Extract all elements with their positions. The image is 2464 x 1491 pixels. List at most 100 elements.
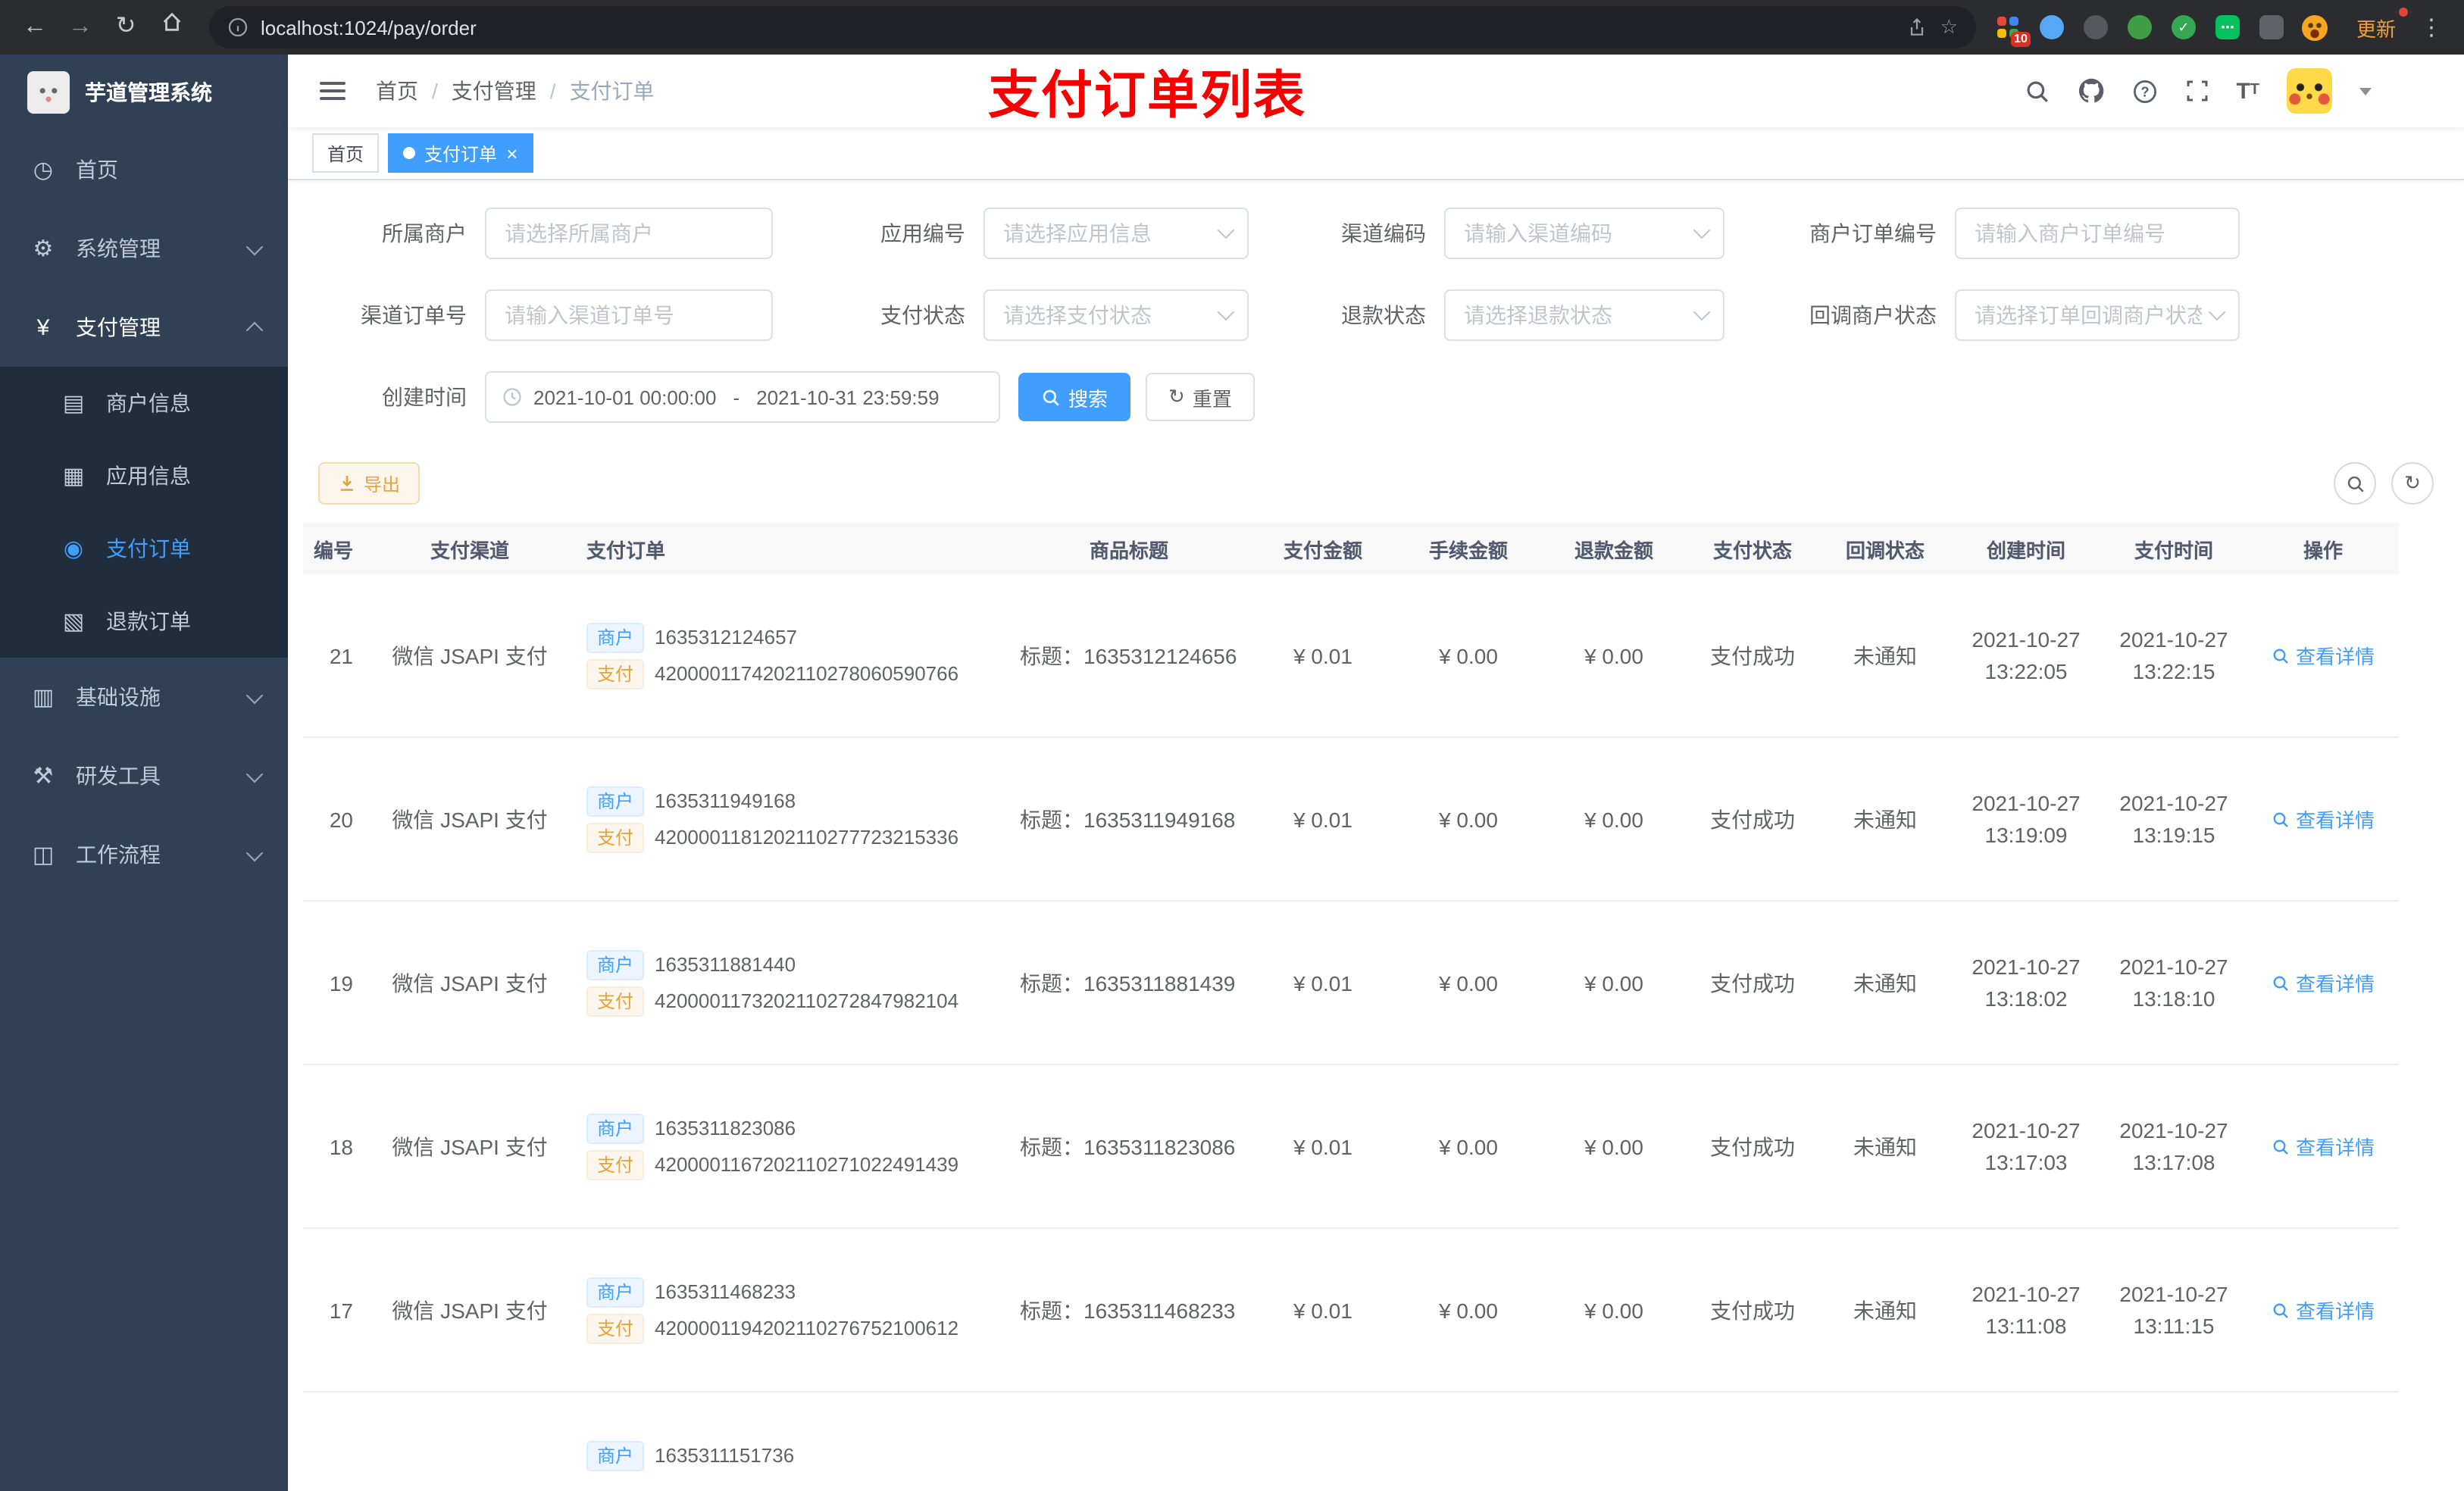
notify-status: 未通知 xyxy=(1853,1298,1917,1322)
extension-pin-icon[interactable] xyxy=(2258,14,2285,41)
browser-forward-icon[interactable]: → xyxy=(61,8,100,47)
github-icon[interactable] xyxy=(2077,77,2104,105)
tab-close-icon[interactable]: × xyxy=(506,143,518,163)
refund-amount: ¥ 0.00 xyxy=(1584,1134,1643,1158)
extension-emoji-icon[interactable] xyxy=(2302,14,2329,41)
navbar-actions: ? TT xyxy=(2024,68,2372,114)
app-select[interactable]: 请选择应用信息 xyxy=(983,208,1249,259)
fullscreen-icon[interactable] xyxy=(2184,79,2209,103)
address-bar[interactable]: localhost:1024/pay/order ☆ xyxy=(209,6,1976,48)
merchant-order-input[interactable] xyxy=(1955,208,2240,259)
sidebar-item-pay-order[interactable]: ◉ 支付订单 xyxy=(0,512,288,585)
hide-search-button[interactable] xyxy=(2334,462,2376,505)
extension-grid-icon[interactable]: 10 xyxy=(1994,14,2031,47)
notify-status: 未通知 xyxy=(1853,1134,1917,1158)
sidebar-item-payment[interactable]: ¥ 支付管理 xyxy=(0,288,288,367)
pay-order-cell: 商户 1635311151736 xyxy=(568,1434,1008,1491)
search-icon xyxy=(2347,475,2363,492)
extension-green-icon[interactable] xyxy=(2126,14,2153,41)
sidebar-logo[interactable]: 芋道管理系统 xyxy=(0,55,288,130)
sidebar-item-workflow[interactable]: ◫ 工作流程 xyxy=(0,815,288,894)
notify-status: 未通知 xyxy=(1853,807,1917,831)
view-detail-link[interactable]: 查看详情 xyxy=(2272,968,2375,997)
reset-button[interactable]: ↻ 重置 xyxy=(1146,373,1255,421)
chevron-down-icon xyxy=(1693,221,1711,239)
date-end: 2021-10-31 23:59:59 xyxy=(756,386,940,408)
sidebar-item-dev-tools[interactable]: ⚒ 研发工具 xyxy=(0,736,288,815)
pay-amount: ¥ 0.01 xyxy=(1293,643,1352,667)
search-icon xyxy=(2273,975,2288,990)
avatar-caret-icon[interactable] xyxy=(2359,87,2372,95)
pay-order-cell: 商户 1635312124657 支付 42000011742021102780… xyxy=(568,616,1008,695)
refund-status-select[interactable]: 请选择退款状态 xyxy=(1444,289,1724,341)
pay-status: 支付成功 xyxy=(1710,807,1795,831)
sidebar-item-refund-order[interactable]: ▧ 退款订单 xyxy=(0,585,288,658)
view-detail-link[interactable]: 查看详情 xyxy=(2272,641,2375,670)
view-detail-link[interactable]: 查看详情 xyxy=(2272,1132,2375,1161)
merchant-order-no: 1635311468233 xyxy=(655,1280,796,1303)
bookmark-star-icon[interactable]: ☆ xyxy=(1940,15,1958,39)
refresh-table-button[interactable]: ↻ xyxy=(2391,462,2434,505)
chevron-down-icon xyxy=(245,686,264,704)
search-icon xyxy=(2273,1139,2288,1154)
search-icon xyxy=(2273,811,2288,827)
date-start: 2021-10-01 00:00:00 xyxy=(533,386,717,408)
order-id: 17 xyxy=(329,1298,353,1322)
callback-status-select[interactable]: 请选择订单回调商户状态 xyxy=(1955,289,2240,341)
fee-amount: ¥ 0.00 xyxy=(1439,971,1498,995)
browser-update-button[interactable]: 更新 xyxy=(2344,7,2408,46)
merchant-tag: 商户 xyxy=(586,1113,645,1143)
breadcrumb-home[interactable]: 首页 xyxy=(376,76,418,106)
view-detail-link[interactable]: 查看详情 xyxy=(2272,805,2375,833)
tab-home[interactable]: 首页 xyxy=(312,133,380,173)
merchant-card-icon: ▤ xyxy=(62,391,85,417)
help-icon[interactable]: ? xyxy=(2131,78,2157,104)
merchant-order-no: 1635311151736 xyxy=(655,1444,795,1467)
breadcrumb-payment[interactable]: 支付管理 xyxy=(452,76,536,106)
merchant-order-no: 1635311881440 xyxy=(655,953,796,976)
chevron-down-icon xyxy=(1217,221,1235,239)
callback-status-label: 回调商户状态 xyxy=(1809,303,1937,327)
search-button[interactable]: 搜索 xyxy=(1018,373,1131,421)
sidebar-item-infra[interactable]: ▥ 基础设施 xyxy=(0,658,288,736)
sidebar-toggle-icon[interactable] xyxy=(311,73,355,109)
pay-order-cell: 商户 1635311468233 支付 42000011942021102767… xyxy=(568,1271,1008,1349)
extension-dark-icon[interactable] xyxy=(2082,14,2109,41)
refund-amount: ¥ 0.00 xyxy=(1584,643,1643,667)
refund-amount: ¥ 0.00 xyxy=(1584,1298,1643,1322)
merchant-order-no: 1635311823086 xyxy=(655,1117,796,1139)
sidebar-item-merchant-info[interactable]: ▤ 商户信息 xyxy=(0,367,288,439)
browser-reload-icon[interactable]: ↻ xyxy=(106,8,145,47)
browser-menu-icon[interactable]: ⋮ xyxy=(2414,14,2449,41)
view-detail-link[interactable]: 查看详情 xyxy=(2272,1296,2375,1324)
merchant-input[interactable] xyxy=(485,208,773,259)
sidebar-item-app-info[interactable]: ▦ 应用信息 xyxy=(0,439,288,512)
share-icon[interactable] xyxy=(1907,17,1928,38)
sidebar-item-system[interactable]: ⚙ 系统管理 xyxy=(0,209,288,288)
extension-drop-icon[interactable] xyxy=(2038,14,2065,41)
site-info-icon[interactable] xyxy=(227,17,249,38)
channel-order-input[interactable] xyxy=(485,289,773,341)
browser-home-icon[interactable] xyxy=(152,8,191,47)
pay-status-select[interactable]: 请选择支付状态 xyxy=(983,289,1249,341)
search-icon[interactable] xyxy=(2024,78,2050,104)
page-title-annotation: 支付订单列表 xyxy=(988,67,1306,125)
merchant-order-no: 1635311949168 xyxy=(655,789,796,812)
table-row: 18 微信 JSAPI 支付 商户 1635311823086 支付 42000… xyxy=(303,1065,2399,1229)
create-time-label: 创建时间 xyxy=(382,385,467,409)
tab-pay-order[interactable]: 支付订单 × xyxy=(388,133,533,173)
extension-check-icon[interactable]: ✓ xyxy=(2170,14,2197,41)
pay-tag: 支付 xyxy=(586,822,645,852)
channel-code-select[interactable]: 请输入渠道编码 xyxy=(1444,208,1724,259)
logo-image xyxy=(27,71,70,114)
sidebar-item-home[interactable]: ◷ 首页 xyxy=(0,130,288,209)
font-size-icon[interactable]: TT xyxy=(2236,80,2259,102)
product-title: 标题：1635311949168 xyxy=(1020,807,1236,831)
user-avatar[interactable] xyxy=(2287,68,2332,114)
export-button[interactable]: 导出 xyxy=(318,462,421,505)
merchant-tag: 商户 xyxy=(586,1277,645,1307)
pay-time: 2021-10-27 13:22:15 xyxy=(2119,627,2228,683)
browser-back-icon[interactable]: ← xyxy=(15,8,55,47)
create-time-range-input[interactable]: 2021-10-01 00:00:00 - 2021-10-31 23:59:5… xyxy=(485,371,1000,423)
extension-chat-icon[interactable]: ⋯ xyxy=(2214,14,2241,41)
